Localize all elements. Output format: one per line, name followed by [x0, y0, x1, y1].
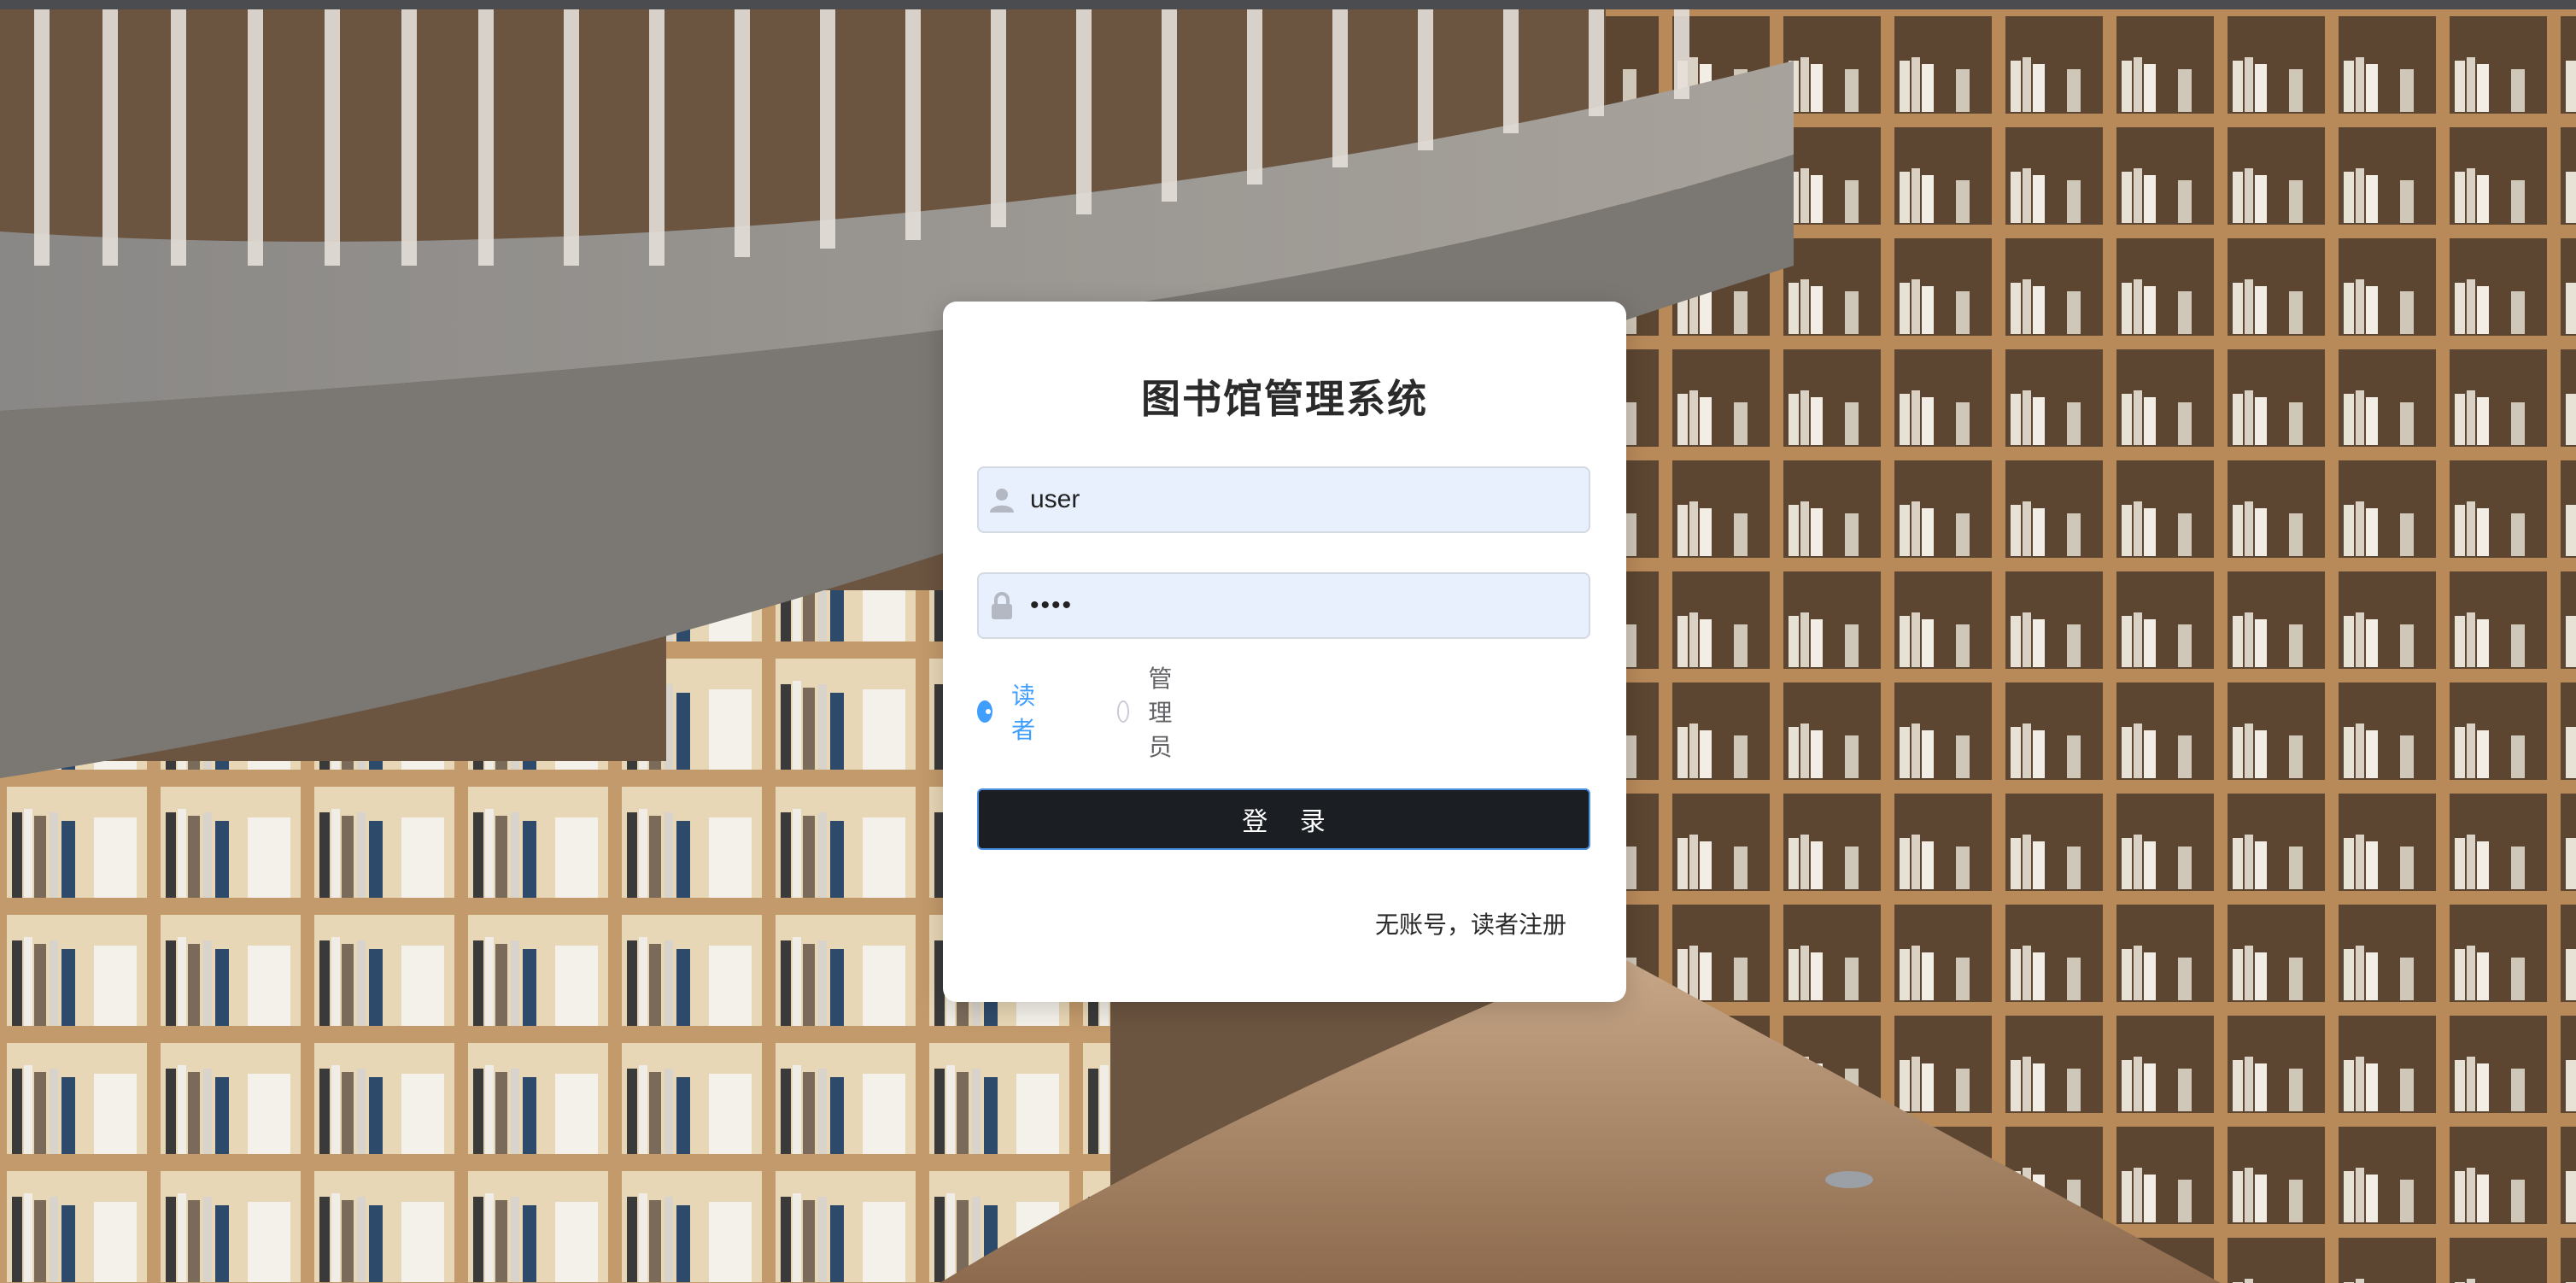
- login-card: 图书馆管理系统 读者 管理员 登 录 无账号，读者注册: [943, 302, 1626, 1002]
- radio-unchecked-icon[interactable]: [1117, 700, 1130, 723]
- lock-icon: [987, 591, 1016, 620]
- role-admin-label: 管理员: [1148, 665, 1173, 761]
- role-reader-label: 读者: [1011, 682, 1036, 744]
- role-reader-radio[interactable]: 读者: [977, 682, 1042, 744]
- window-top-strip: [0, 0, 2576, 9]
- username-input[interactable]: [1030, 468, 1577, 531]
- login-button[interactable]: 登 录: [977, 788, 1590, 850]
- role-admin-radio[interactable]: 管理员: [1117, 665, 1182, 761]
- password-field[interactable]: [977, 572, 1590, 639]
- username-field[interactable]: [977, 466, 1590, 533]
- user-icon: [987, 485, 1016, 514]
- reader-register-link[interactable]: 无账号，读者注册: [1375, 906, 1566, 940]
- page-title: 图书馆管理系统: [1141, 376, 1428, 422]
- radio-checked-icon[interactable]: [977, 700, 993, 723]
- password-input[interactable]: [1030, 574, 1577, 637]
